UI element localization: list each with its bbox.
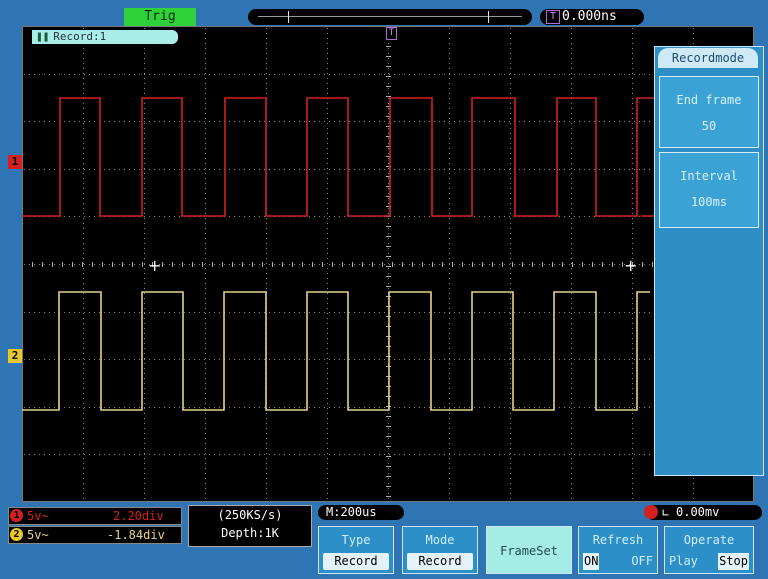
ch2-waveform [22,291,650,411]
waveform-display: + + [22,26,754,502]
ch2-status: 2 5v~ -1.84div [8,526,182,544]
memory-track [258,16,522,17]
interval-label: Interval [680,169,738,183]
ch2-badge: 2 [10,528,23,541]
trigger-level-value: 0.00mv [676,505,720,519]
refresh-label: Refresh [592,533,644,547]
operate-button[interactable]: Operate Play Stop [664,526,754,574]
record-depth: Depth:1K [221,526,279,540]
record-indicator: ❚❚ Record:1 [32,30,178,44]
mode-value: Record [407,553,473,570]
refresh-button[interactable]: Refresh ON OFF [578,526,658,574]
ch2-offset: -1.84div [107,528,165,542]
end-frame-label: End frame [676,93,742,107]
trigger-t-icon: T [546,10,560,24]
interval-option[interactable]: Interval 100ms [659,152,759,228]
mode-button[interactable]: Mode Record [402,526,478,574]
operate-play: Play [669,554,698,568]
refresh-on: ON [583,553,600,570]
memory-window-end [488,11,489,23]
ch1-coupling: 5v~ [27,509,49,523]
trigger-delay-value: 0.000ns [562,9,617,24]
menu-title: Recordmode [658,48,758,68]
trigger-position-marker: T [386,27,397,40]
refresh-off: OFF [631,554,653,568]
ch2-ground-marker[interactable]: 2 [8,349,22,363]
timebase-readout: M:200us [318,505,404,520]
mode-label: Mode [425,533,455,547]
ch1-status: 1 5v~ 2.20div [8,507,182,525]
trig-status: Trig [124,8,196,26]
record-index: Record:1 [53,30,107,43]
sample-rate: (250KS/s) [217,508,283,522]
ch1-offset: 2.20div [113,509,164,523]
interval-value: 100ms [690,195,728,209]
trigger-level-readout: ∟ 0.00mv [644,505,762,520]
end-frame-value: 50 [701,119,717,133]
acquisition-status: (250KS/s) Depth:1K [188,505,312,547]
pause-icon: ❚❚ [36,30,50,43]
trigger-delay-readout: T 0.000ns [540,9,644,25]
center-cross-right: + [624,256,637,275]
end-frame-option[interactable]: End frame 50 [659,76,759,148]
ch1-ground-marker[interactable]: 1 [8,155,22,169]
rising-edge-icon: ∟ [662,506,670,520]
waveform-screen: + + [22,26,754,502]
memory-position-bar [248,9,532,25]
ch1-waveform [22,97,679,217]
operate-stop: Stop [718,553,749,570]
type-label: Type [341,533,371,547]
type-button[interactable]: Type Record [318,526,394,574]
ch2-coupling: 5v~ [27,528,49,542]
ch1-badge: 1 [10,509,23,522]
trigger-source-icon [644,505,658,519]
operate-label: Operate [683,533,735,547]
memory-window-start [288,11,289,23]
center-cross-left: + [148,256,161,275]
type-value: Record [323,553,389,570]
frameset-button[interactable]: FrameSet [486,526,572,574]
